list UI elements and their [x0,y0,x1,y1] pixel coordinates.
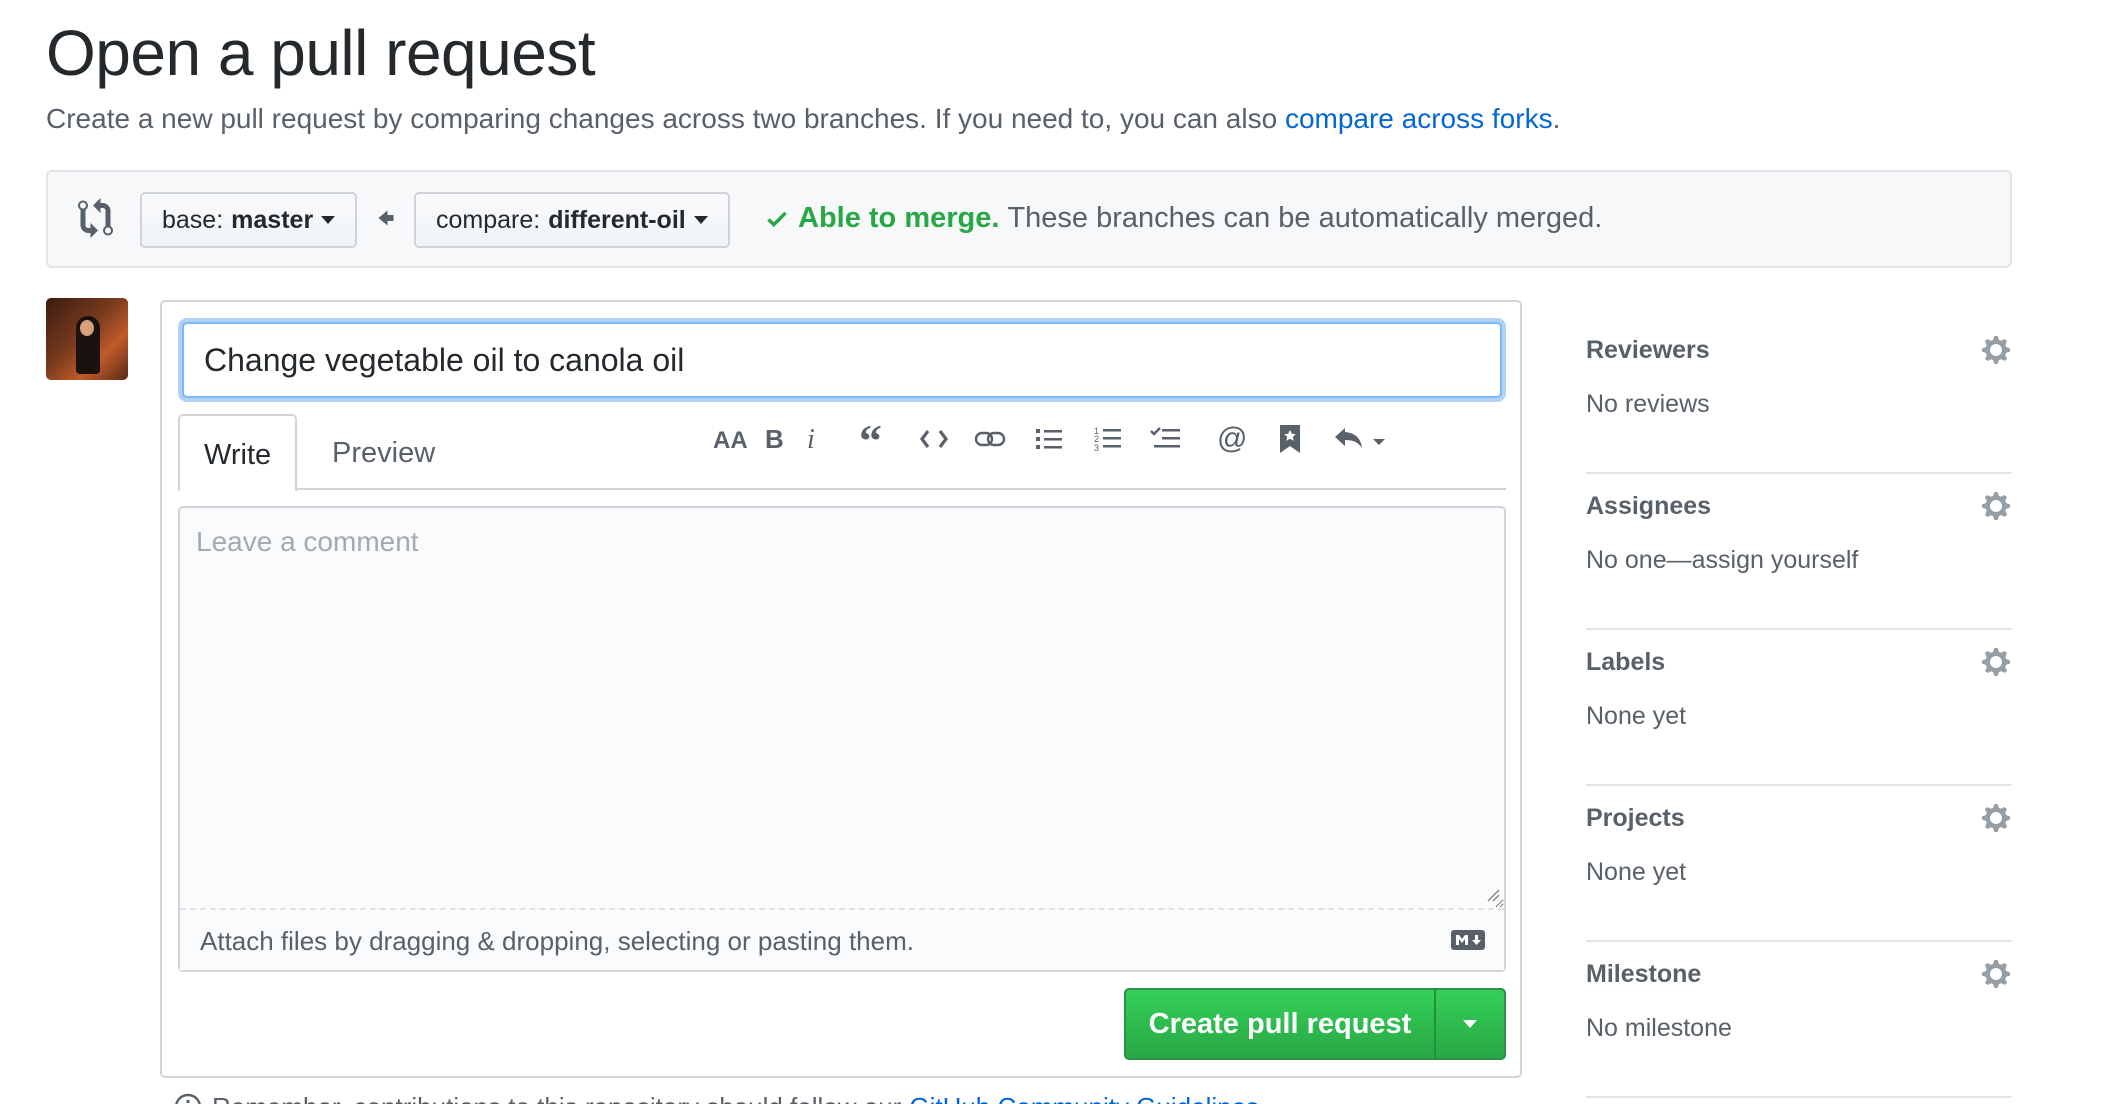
header-icon[interactable]: AA [710,414,750,464]
merge-ok-label: Able to merge. [798,202,1000,234]
bold-icon[interactable]: B [754,414,794,464]
saved-reply-icon[interactable] [1270,414,1310,464]
page-title: Open a pull request [46,17,596,89]
projects-value: None yet [1586,858,1687,886]
numbered-list-icon[interactable]: 123 [1088,414,1128,464]
svg-text:@: @ [1217,424,1247,454]
labels-heading: Labels [1586,648,1666,676]
compare-across-forks-link[interactable]: compare across forks [1285,103,1553,134]
markdown-icon[interactable] [1450,928,1486,952]
compare-prefix: compare: [436,205,541,234]
footnote-end: . [1259,1092,1266,1104]
create-pull-request-button[interactable]: Create pull request [1124,988,1506,1060]
mention-icon[interactable]: @ [1212,414,1252,464]
page-subtitle: Create a new pull request by comparing c… [46,100,1560,138]
branch-compare-bar: base: master compare: different-oil Able… [46,170,2012,268]
projects-heading: Projects [1586,804,1685,832]
comment-area: Attach files by dragging & dropping, sel… [178,506,1506,972]
sidebar-labels: Labels None yet [1586,630,2012,786]
assignees-value[interactable]: No one—assign yourself [1586,546,1858,575]
base-prefix: base: [162,205,224,234]
base-branch-button[interactable]: base: master [140,192,358,248]
link-icon[interactable] [970,414,1010,464]
pr-title-input[interactable]: Change vegetable oil to canola oil [182,322,1502,398]
milestone-heading: Milestone [1586,960,1702,988]
merge-status: Able to merge. These branches can be aut… [764,202,1602,235]
reply-icon[interactable] [1328,414,1394,464]
pull-request-form: Change vegetable oil to canola oil Write… [160,300,1522,1078]
base-branch-name: master [231,205,314,234]
assignees-heading: Assignees [1586,492,1712,520]
gear-icon[interactable] [1980,646,2012,678]
arrow-left-icon [378,210,394,226]
compare-branch-name: different-oil [548,205,686,234]
create-pull-request-label[interactable]: Create pull request [1126,990,1436,1058]
task-list-icon[interactable] [1146,414,1186,464]
gear-icon[interactable] [1980,334,2012,366]
attach-hint-text: Attach files by dragging & dropping, sel… [200,926,914,956]
contribution-footnote: Remember, contributions to this reposito… [174,1092,1266,1104]
gear-icon[interactable] [1980,802,2012,834]
subtitle-text: Create a new pull request by comparing c… [46,103,1278,134]
check-icon [767,211,787,227]
reviewers-value: No reviews [1586,390,1710,418]
bullet-list-icon[interactable] [1030,414,1070,464]
svg-text:i: i [807,425,815,453]
chevron-down-icon [321,216,336,224]
merge-status-text: These branches can be automatically merg… [1007,202,1603,234]
community-guidelines-link[interactable]: GitHub Community Guidelines [909,1092,1259,1104]
pr-sidebar: Reviewers No reviews Assignees No one—as… [1586,318,2012,1098]
sidebar-reviewers: Reviewers No reviews [1586,318,2012,474]
svg-text:B: B [765,426,784,452]
tab-preview[interactable]: Preview [308,414,459,490]
comment-textarea[interactable] [180,508,1504,908]
compare-arrows-icon [78,198,113,238]
chevron-down-icon [693,216,708,224]
avatar[interactable] [46,298,128,380]
create-options-dropdown[interactable] [1436,990,1504,1058]
footnote-text: Remember, contributions to this reposito… [212,1092,901,1104]
code-icon[interactable] [914,414,954,464]
reviewers-heading: Reviewers [1586,336,1710,364]
svg-text:3: 3 [1094,443,1099,452]
italic-icon[interactable]: i [792,414,832,464]
labels-value: None yet [1586,702,1687,730]
tab-write[interactable]: Write [178,414,298,492]
milestone-value: No milestone [1586,1014,1732,1042]
svg-text:AA: AA [713,427,747,452]
svg-text:“: “ [859,426,882,452]
resize-grip-icon[interactable] [1486,888,1500,902]
quote-icon[interactable]: “ [854,414,894,464]
compare-branch-button[interactable]: compare: different-oil [414,192,730,248]
sidebar-projects: Projects None yet [1586,786,2012,942]
editor-tabs: Write Preview AA B i “ 1 2 3 @ [178,414,1506,492]
sidebar-assignees: Assignees No one—assign yourself [1586,474,2012,630]
chevron-down-icon [1463,1020,1477,1028]
gear-icon[interactable] [1980,958,2012,990]
gear-icon[interactable] [1980,490,2012,522]
sidebar-milestone: Milestone No milestone [1586,942,2012,1098]
info-icon [175,1093,201,1104]
attach-files-hint[interactable]: Attach files by dragging & dropping, sel… [180,908,1504,970]
subtitle-end: . [1552,103,1561,134]
